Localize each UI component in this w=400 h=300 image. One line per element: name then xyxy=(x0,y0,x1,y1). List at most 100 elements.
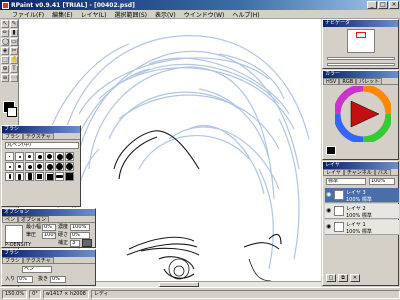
layer-thumbnail xyxy=(334,190,344,200)
brush-item[interactable] xyxy=(5,162,14,171)
spray-tool-icon[interactable]: ⋯ xyxy=(10,74,18,82)
brush-item[interactable] xyxy=(5,172,14,181)
brush-item[interactable] xyxy=(15,172,24,181)
eye-icon[interactable]: ◉ xyxy=(326,192,332,198)
blend-mode-select[interactable]: 標準 xyxy=(326,178,366,185)
layer-name: レイヤ 2 xyxy=(346,206,366,212)
brush-item[interactable] xyxy=(35,152,44,161)
brush-item[interactable] xyxy=(5,152,14,161)
pencil-tool-icon[interactable]: ✏ xyxy=(1,29,9,37)
brush-item[interactable] xyxy=(15,162,24,171)
menu-window[interactable]: ウインドウ(W) xyxy=(184,10,225,19)
brush-item[interactable] xyxy=(55,152,64,161)
zoom-tool-icon[interactable]: ⊕ xyxy=(1,65,9,73)
tab-channels[interactable]: チャンネル xyxy=(343,169,375,176)
delete-layer-button[interactable]: ✕ xyxy=(350,274,360,282)
brush-item[interactable] xyxy=(35,162,44,171)
tab-stroke-brush[interactable]: ブラシ xyxy=(2,257,23,264)
tab-stroke-texture[interactable]: テクスチャ xyxy=(22,257,54,264)
zoom-slider[interactable] xyxy=(327,57,395,60)
fade-out-label: 抜き xyxy=(38,276,49,282)
correction-field[interactable]: 3 xyxy=(70,240,80,247)
brush-item[interactable] xyxy=(15,152,24,161)
brush-item[interactable] xyxy=(65,172,74,181)
eye-icon[interactable]: ◉ xyxy=(326,224,332,230)
pen-type-select[interactable]: ペン xyxy=(22,266,52,273)
close-button[interactable]: × xyxy=(389,1,399,9)
min-width-field[interactable]: 0% xyxy=(42,224,56,231)
hardness-field[interactable]: 0% xyxy=(70,232,90,239)
stroke-panel-title[interactable]: ブラシ xyxy=(2,250,95,257)
menu-bar: ファイル(F) 編集(E) レイヤ(L) 選択範囲(S) 表示(V) ウインドウ… xyxy=(0,10,400,19)
layer-row[interactable]: ◉ レイヤ 1 100% 標準 xyxy=(325,220,399,235)
menu-layer[interactable]: レイヤ(L) xyxy=(81,10,107,19)
current-color-swatch[interactable] xyxy=(326,146,336,155)
text-tool-icon[interactable]: T xyxy=(10,65,18,73)
tab-rgb[interactable]: RGB xyxy=(339,78,357,85)
color-panel-tabs: HSV RGB パレット xyxy=(323,78,398,85)
new-layer-button[interactable]: □ xyxy=(326,274,336,282)
layer-row[interactable]: ◉ レイヤ 2 100% 標準 xyxy=(325,204,399,219)
menu-edit[interactable]: 編集(E) xyxy=(52,10,72,19)
p-density-checkbox[interactable]: P-DENSITY xyxy=(5,242,31,248)
ellipse-tool-icon[interactable]: ◯ xyxy=(1,38,9,46)
brush-item[interactable] xyxy=(25,162,34,171)
duplicate-layer-button[interactable]: ⧉ xyxy=(338,274,348,282)
move-tool-icon[interactable]: ↖ xyxy=(1,20,9,28)
rectangle-tool-icon[interactable]: ▭ xyxy=(10,38,18,46)
minimize-button[interactable]: _ xyxy=(367,1,377,9)
correction-label: 補正 xyxy=(58,240,69,246)
option-panel: オプション ペン オプション 最小幅 0% 濃度 100% 筆圧 100% 硬さ… xyxy=(1,208,96,248)
brush-item[interactable] xyxy=(65,152,74,161)
tab-palette[interactable]: パレット xyxy=(356,78,383,85)
menu-help[interactable]: ヘルプ(H) xyxy=(232,10,259,19)
brush-item[interactable] xyxy=(25,172,34,181)
tab-hsv[interactable]: HSV xyxy=(323,78,340,85)
pen-tool-icon[interactable]: ✎ xyxy=(10,20,18,28)
brush-panel-title[interactable]: ブラシ xyxy=(2,126,80,133)
brush-item[interactable] xyxy=(45,162,54,171)
title-bar[interactable]: RPaint v0.9.41 [TRIAL] - [00402.psd] _ □… xyxy=(0,0,400,10)
brush-item[interactable] xyxy=(35,172,44,181)
brush-item[interactable] xyxy=(25,152,34,161)
brush-item[interactable] xyxy=(65,162,74,171)
fade-in-field[interactable]: 0% xyxy=(17,276,33,283)
navigator-panel-title[interactable]: ナビゲータ xyxy=(323,20,398,27)
tab-pen[interactable]: ペン xyxy=(2,216,19,223)
cut-tool-icon[interactable]: ✂ xyxy=(10,47,18,55)
brush-preset-select[interactable]: 丸ペン(中) xyxy=(5,142,79,149)
brush-item[interactable] xyxy=(45,172,54,181)
brush-item[interactable] xyxy=(55,162,64,171)
navigator-thumbnail[interactable] xyxy=(347,29,375,53)
lasso-tool-icon[interactable]: ◈ xyxy=(1,47,9,55)
select-tool-icon[interactable]: ⬚ xyxy=(1,56,9,64)
fade-out-field[interactable]: 0% xyxy=(50,276,66,283)
app-icon xyxy=(2,1,9,9)
brush-item[interactable] xyxy=(45,152,54,161)
density-field[interactable]: 100% xyxy=(70,224,90,231)
brush-item[interactable] xyxy=(55,172,64,181)
option-panel-title[interactable]: オプション xyxy=(2,209,95,216)
tab-layers[interactable]: レイヤ xyxy=(323,169,344,176)
hsv-color-wheel[interactable] xyxy=(335,86,391,142)
pressure-field[interactable]: 100% xyxy=(42,232,56,239)
background-color-swatch[interactable] xyxy=(7,107,17,117)
layer-panel-title[interactable]: レイヤ xyxy=(323,162,398,169)
menu-select[interactable]: 選択範囲(S) xyxy=(114,10,147,19)
gradient-tool-icon[interactable]: ≡ xyxy=(1,74,9,82)
layer-opacity-field[interactable]: 100% xyxy=(369,178,395,185)
fill-tool-icon[interactable]: ▮ xyxy=(10,29,18,37)
menu-file[interactable]: ファイル(F) xyxy=(12,10,44,19)
tab-brush[interactable]: ブラシ xyxy=(2,133,23,140)
rotate-slider[interactable] xyxy=(327,63,395,66)
tab-texture[interactable]: テクスチャ xyxy=(22,133,54,140)
menu-view[interactable]: 表示(V) xyxy=(155,10,176,19)
color-panel-title[interactable]: カラー xyxy=(323,71,398,78)
tab-option[interactable]: オプション xyxy=(18,216,50,223)
layer-row[interactable]: ◉ レイヤ 3 100% 標準 xyxy=(325,188,399,203)
maximize-button[interactable]: □ xyxy=(378,1,388,9)
tab-paths[interactable]: パス xyxy=(374,169,391,176)
eye-icon[interactable]: ◉ xyxy=(326,208,332,214)
hand-tool-icon[interactable]: ✋ xyxy=(10,56,18,64)
navigator-viewport[interactable] xyxy=(356,32,366,38)
